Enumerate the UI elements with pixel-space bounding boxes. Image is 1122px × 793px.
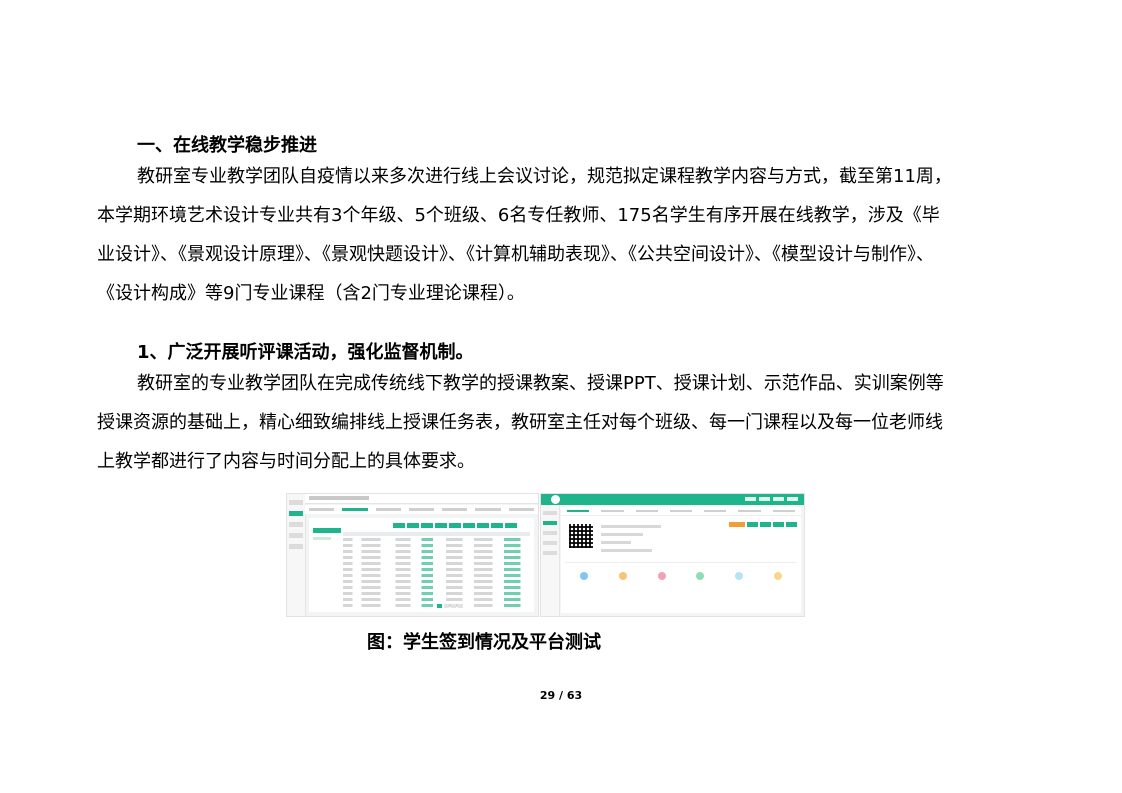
stats-row (565, 562, 797, 589)
platform-sidebar (287, 494, 306, 616)
figure-caption: 图：学生签到情况及平台测试 (367, 632, 601, 653)
platform-header (541, 494, 804, 505)
action-buttons (729, 522, 797, 527)
screenshot-frame (541, 494, 804, 616)
avatar (551, 495, 560, 504)
platform-test-screenshot (540, 493, 805, 617)
platform-tabs (305, 505, 538, 514)
attendance-panel (309, 518, 534, 612)
paragraph-line: 上教学都进行了内容与时间分配上的具体要求。 (97, 451, 475, 472)
paragraph-line: 业设计》、《景观设计原理》、《景观快题设计》、《计算机辅助表现》、《公共空间设计… (97, 244, 934, 265)
paragraph-line: 《设计构成》等9门专业课程（含2门专业理论课程）。 (97, 283, 525, 304)
paragraph-1: 教研室专业教学团队自疫情以来多次进行线上会议讨论，规范拟定课程教学内容与方式，截… (97, 157, 1027, 313)
page-number: 29 / 63 (539, 689, 583, 702)
paragraph-line: 授课资源的基础上，精心细致编排线上授课任务表，教研室主任对每个班级、每一门课程以… (97, 412, 943, 433)
section-heading: 一、在线教学稳步推进 (137, 135, 317, 156)
action-buttons (393, 523, 517, 528)
qr-code-icon (569, 524, 593, 548)
paragraph-line: 教研室的专业教学团队在完成传统线下教学的授课教案、授课PPT、授课计划、示范作品… (137, 373, 944, 394)
course-info (601, 525, 661, 557)
paragraph-2: 教研室的专业教学团队在完成传统线下教学的授课教案、授课PPT、授课计划、示范作品… (97, 364, 1027, 481)
paragraph-line: 教研室专业教学团队自疫情以来多次进行线上会议讨论，规范拟定课程教学内容与方式，截… (137, 166, 952, 187)
platform-tabs (561, 507, 801, 516)
table-pager (437, 604, 463, 608)
class-list (313, 528, 341, 540)
screenshot-frame (287, 494, 538, 616)
attendance-table (343, 532, 530, 610)
paragraph-line: 本学期环境艺术设计专业共有3个年级、5个班级、6名专任教师、175名学生有序开展… (97, 205, 940, 226)
attendance-screenshot (286, 493, 539, 617)
platform-main (561, 507, 801, 613)
subheading: 1、广泛开展听评课活动，强化监督机制。 (137, 342, 474, 363)
platform-sidebar (541, 505, 560, 616)
platform-breadcrumb-bar (305, 494, 538, 504)
